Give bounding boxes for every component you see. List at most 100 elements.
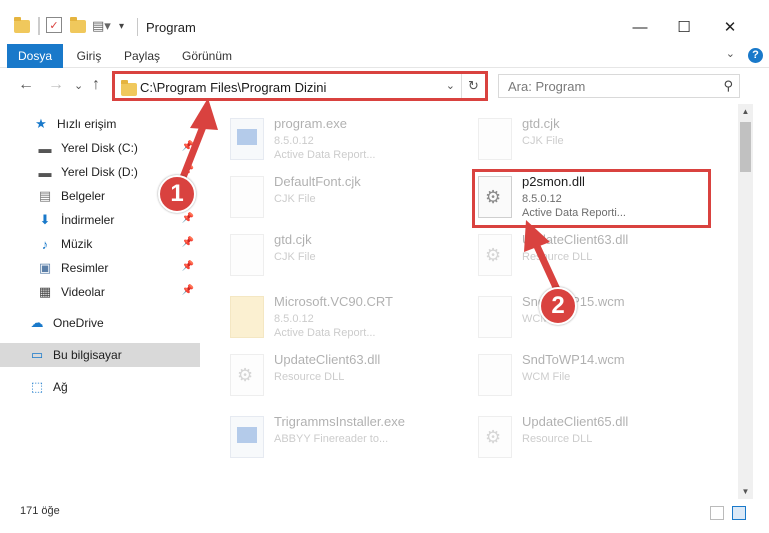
- sidebar-item-label: Bu bilgisayar: [53, 348, 122, 362]
- pin-icon: 📌: [181, 213, 194, 224]
- file-meta: CJK File: [274, 193, 316, 205]
- sidebar-item-label: İndirmeler: [61, 213, 115, 227]
- exe-file-icon: [230, 118, 264, 160]
- onedrive-icon: ☁: [30, 315, 44, 330]
- file-meta: Resource DLL: [274, 371, 345, 383]
- file-meta: ABBYY Finereader to...: [274, 433, 389, 445]
- pin-icon: 📌: [181, 237, 194, 248]
- search-icon[interactable]: ⚲: [723, 78, 733, 94]
- document-file-icon: [478, 118, 512, 160]
- scroll-down-icon[interactable]: ▼: [738, 484, 753, 499]
- refresh-button[interactable]: ↻: [461, 74, 485, 98]
- help-icon[interactable]: ?: [748, 48, 763, 63]
- file-item[interactable]: UpdateClient65.dll Resource DLL: [478, 410, 718, 468]
- maximize-button[interactable]: ☐: [664, 14, 704, 40]
- sidebar-item-onedrive[interactable]: ☁ OneDrive: [0, 311, 200, 335]
- search-box[interactable]: Ara: Program ⚲: [498, 74, 740, 98]
- downloads-icon: ⬇: [39, 212, 51, 227]
- file-item[interactable]: program.exe 8.5.0.12 Active Data Report..…: [230, 112, 470, 170]
- sidebar-item-label: Müzik: [61, 237, 93, 251]
- sidebar-item-quick-access[interactable]: ★ Hızlı erişim: [0, 112, 200, 136]
- file-name: DefaultFont.cjk: [274, 174, 361, 189]
- sidebar-item-pictures[interactable]: ▣ Resimler 📌: [0, 256, 200, 280]
- minimize-button[interactable]: —: [620, 14, 660, 40]
- file-item[interactable]: DefaultFont.cjk CJK File: [230, 170, 470, 228]
- file-item[interactable]: Microsoft.VC90.CRT 8.5.0.12 Active Data R…: [230, 290, 470, 348]
- sidebar-item-label: Yerel Disk (D:): [61, 165, 138, 179]
- search-input[interactable]: Ara: Program: [508, 79, 585, 94]
- annotation-badge-2: 2: [539, 287, 577, 325]
- file-meta: 8.5.0.12 Active Data Report...: [274, 135, 376, 161]
- recent-locations-icon[interactable]: ⌄: [74, 79, 83, 92]
- tiles-view-icon[interactable]: [732, 506, 746, 520]
- customize-qa-icon[interactable]: ▤▾: [92, 17, 111, 35]
- sidebar-item-music[interactable]: ♪ Müzik 📌: [0, 232, 200, 256]
- network-icon: ⬚: [30, 379, 44, 394]
- file-meta: CJK File: [274, 251, 316, 263]
- new-folder-icon[interactable]: [70, 16, 86, 35]
- tab-paylas[interactable]: Paylaş: [116, 44, 168, 68]
- pictures-icon: ▣: [38, 260, 52, 275]
- file-item[interactable]: TrigrammsInstaller.exe ABBYY Finereader …: [230, 410, 470, 468]
- pin-icon: 📌: [181, 285, 194, 296]
- sidebar-item-label: Belgeler: [61, 189, 106, 203]
- sidebar-item-disk-c[interactable]: ▬ Yerel Disk (C:) 📌: [0, 136, 200, 160]
- file-view: program.exe 8.5.0.12 Active Data Report..…: [202, 104, 738, 499]
- file-name: UpdateClient63.dll: [274, 352, 381, 367]
- folder-icon: [14, 16, 30, 35]
- file-item[interactable]: SndToWP14.wcm WCM File: [478, 348, 718, 406]
- qa-dropdown-icon[interactable]: ▾: [119, 17, 124, 35]
- star-icon: ★: [35, 116, 47, 131]
- file-name: UpdateClient63.dll: [522, 232, 629, 247]
- properties-icon[interactable]: ✓: [46, 17, 62, 33]
- file-item[interactable]: UpdateClient63.dll Resource DLL: [230, 348, 470, 406]
- pin-icon: 📌: [181, 261, 194, 272]
- file-meta: Resource DLL: [522, 433, 593, 445]
- document-file-icon: [230, 234, 264, 276]
- document-file-icon: [478, 354, 512, 396]
- back-button[interactable]: ←: [18, 76, 34, 94]
- file-name: gtd.cjk: [274, 232, 312, 247]
- expand-ribbon-icon[interactable]: ⌄: [726, 47, 735, 60]
- dll-file-icon: [230, 354, 264, 396]
- drive-icon: ▬: [38, 140, 52, 156]
- scroll-thumb[interactable]: [740, 122, 751, 172]
- annotation-badge-1: 1: [158, 175, 196, 213]
- pin-icon: 📌: [181, 141, 194, 152]
- sidebar-item-label: OneDrive: [53, 316, 104, 330]
- navigation-pane: ★ Hızlı erişim ▬ Yerel Disk (C:) 📌 ▬ Yer…: [0, 104, 202, 499]
- file-item[interactable]: gtd.cjk CJK File: [230, 228, 470, 286]
- videos-icon: ▦: [38, 284, 52, 299]
- address-folder-icon: [121, 80, 137, 96]
- vertical-scrollbar[interactable]: ▲ ▼: [738, 104, 753, 499]
- address-path[interactable]: C:\Program Files\Program Dizini: [140, 80, 326, 95]
- sidebar-item-label: Yerel Disk (C:): [61, 141, 138, 155]
- scroll-up-icon[interactable]: ▲: [738, 104, 753, 119]
- details-view-icon[interactable]: [710, 506, 724, 520]
- tab-dosya[interactable]: Dosya: [7, 44, 63, 68]
- document-file-icon: [478, 296, 512, 338]
- address-dropdown-icon[interactable]: ⌄: [446, 79, 455, 92]
- sidebar-item-network[interactable]: ⬚ Ağ: [0, 375, 200, 399]
- pin-icon: 📌: [181, 165, 194, 176]
- tab-gorunum[interactable]: Görünüm: [176, 44, 238, 68]
- file-name: TrigrammsInstaller.exe: [274, 414, 405, 429]
- file-name: gtd.cjk: [522, 116, 560, 131]
- close-button[interactable]: ✕: [710, 14, 750, 40]
- file-name: program.exe: [274, 116, 347, 131]
- file-item[interactable]: gtd.cjk CJK File: [478, 112, 718, 170]
- sidebar-item-videos[interactable]: ▦ Videolar 📌: [0, 280, 200, 304]
- forward-button[interactable]: →: [48, 76, 64, 94]
- address-bar[interactable]: C:\Program Files\Program Dizini ⌄ ↻: [112, 71, 488, 101]
- up-button[interactable]: ↑: [92, 76, 100, 94]
- file-meta: WCM File: [522, 371, 571, 383]
- file-item[interactable]: SndToWP15.wcm WCM File: [478, 290, 718, 348]
- folder-icon: [230, 296, 264, 338]
- qa-separator: [38, 17, 40, 35]
- file-name: SndToWP14.wcm: [522, 352, 625, 367]
- sidebar-item-this-pc[interactable]: ▭ Bu bilgisayar: [0, 343, 200, 367]
- title-separator: [137, 18, 138, 36]
- tab-giris[interactable]: Giriş: [66, 44, 112, 68]
- dll-file-icon: [478, 416, 512, 458]
- file-item[interactable]: UpdateClient63.dll Resource DLL: [478, 228, 718, 286]
